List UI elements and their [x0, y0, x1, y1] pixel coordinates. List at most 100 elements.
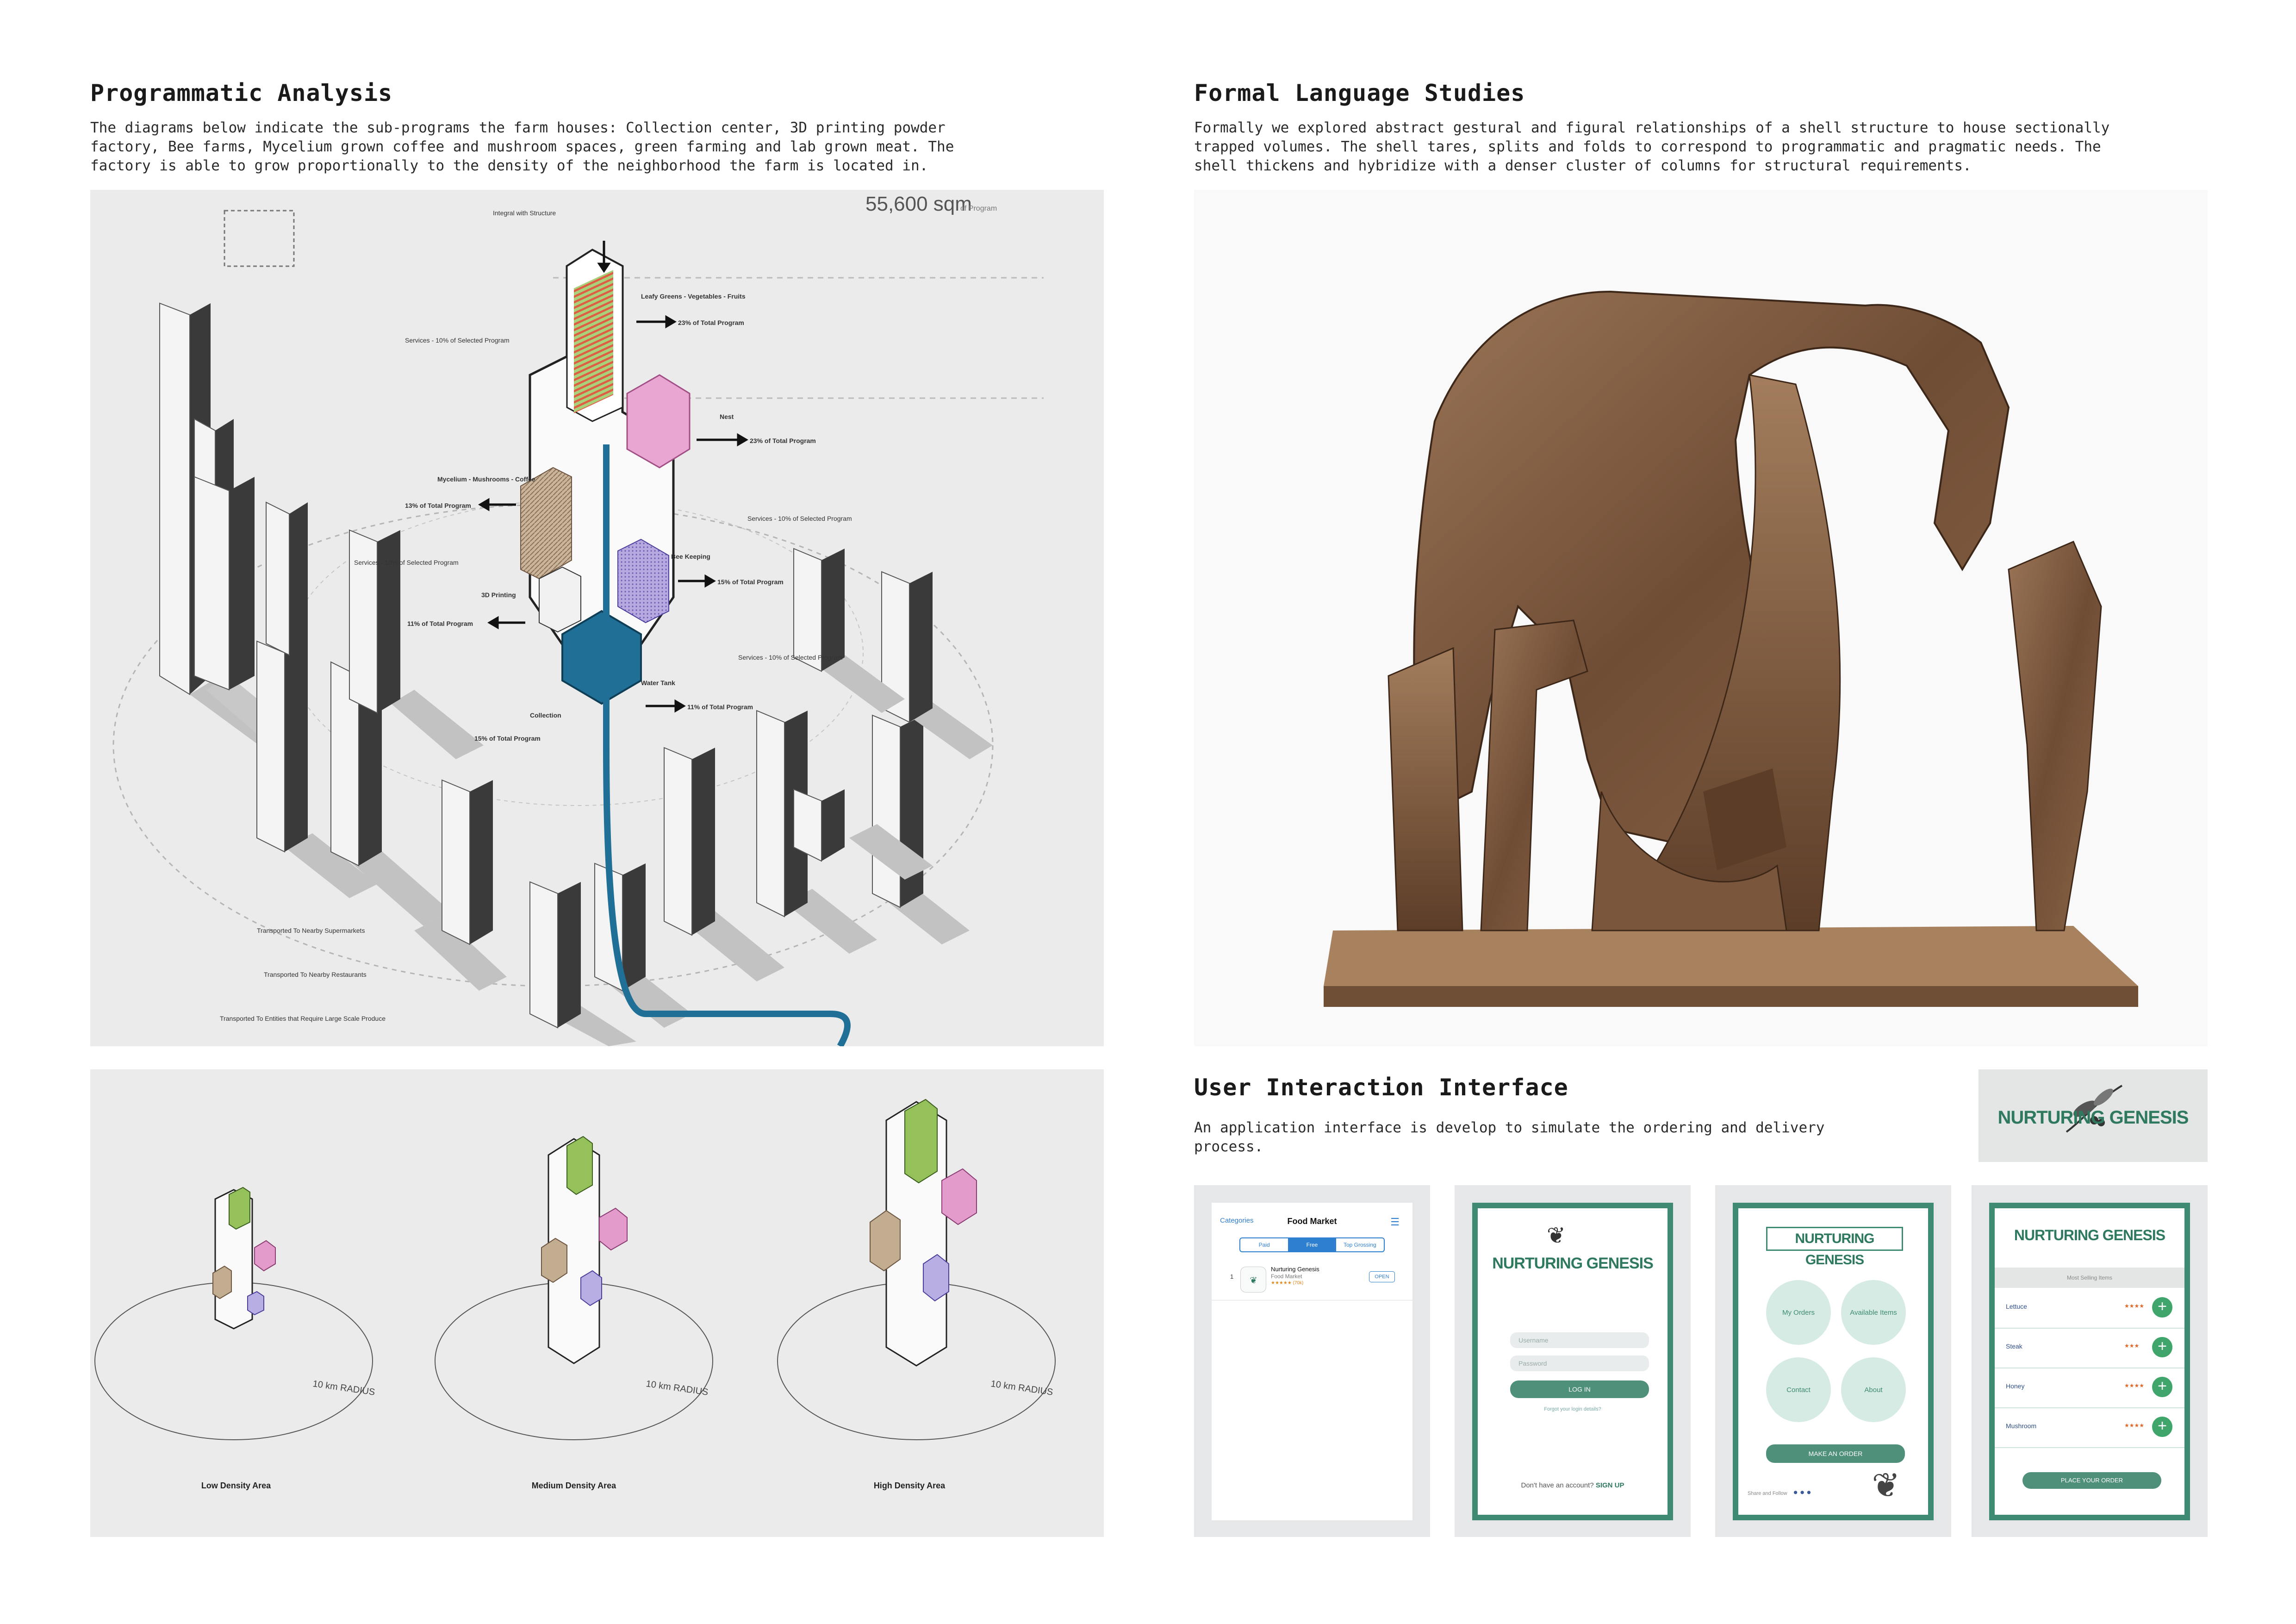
list-icon[interactable]: ☰: [1390, 1217, 1400, 1228]
store-screen: Categories Food Market ☰ Paid Free Top G…: [1212, 1203, 1412, 1520]
ui-description: An application interface is develop to s…: [1194, 1118, 1935, 1156]
diagram-label: Transported To Entities that Require Lar…: [220, 1015, 386, 1022]
username-field[interactable]: Username: [1510, 1332, 1649, 1348]
low-density-diagram: [94, 1187, 373, 1440]
program-axonometric-diagram: 55,600 sqm of Program Integral with Stru…: [112, 193, 1044, 1046]
desc-line: factory, Bee farms, Mycelium grown coffe…: [90, 138, 954, 155]
diagram-label: Nest: [720, 413, 734, 420]
item-name: Lettuce: [2006, 1303, 2027, 1310]
wood-shell-sculpture: [1324, 290, 2138, 1007]
program-diagram-panel: 55,600 sqm of Program Integral with Stru…: [90, 190, 1104, 1046]
about-button[interactable]: About: [1841, 1357, 1906, 1422]
desc-line: An application interface is develop to s…: [1194, 1119, 1825, 1136]
place-order-button[interactable]: PLACE YOUR ORDER: [2022, 1472, 2161, 1489]
density-diagram-panel: 10 km RADIUS 10 km RADIUS 10 km RADIUS L…: [90, 1069, 1104, 1537]
diagram-label: Services - 10% of Selected Program: [747, 515, 852, 522]
list-item[interactable]: Honey ★★★★ +: [1995, 1368, 2184, 1408]
diagram-label: Collection: [530, 712, 561, 719]
coffee-branch-icon: ❦: [1547, 1218, 1564, 1250]
phone-mockup-menu: NURTURING GENESIS My Orders Available It…: [1715, 1185, 1951, 1537]
signup-row: Don't have an account? SIGN UP: [1506, 1481, 1640, 1489]
diagram-label: Integral with Structure: [493, 209, 556, 217]
login-button[interactable]: LOG IN: [1510, 1380, 1649, 1398]
diagram-label: Transported To Nearby Restaurants: [264, 971, 367, 978]
segment-free[interactable]: Free: [1288, 1238, 1336, 1251]
density-diagrams: 10 km RADIUS 10 km RADIUS 10 km RADIUS L…: [94, 1099, 1056, 1490]
desc-line: process.: [1194, 1138, 1263, 1155]
desc-line: The diagrams below indicate the sub-prog…: [90, 119, 946, 136]
store-title: Food Market: [1287, 1217, 1337, 1226]
diagram-label: 15% of Total Program: [717, 578, 784, 586]
login-screen: ❦ NURTURING GENESIS Username Password LO…: [1472, 1203, 1673, 1520]
diagram-label: Services - 10% of Selected Program: [405, 337, 510, 344]
no-account-text: Don't have an account?: [1521, 1481, 1594, 1489]
phone-mockup-store: Categories Food Market ☰ Paid Free Top G…: [1194, 1185, 1430, 1537]
item-stars: ★★★★: [2124, 1303, 2145, 1309]
program-area-value: 55,600 sqm: [865, 193, 972, 215]
password-field[interactable]: Password: [1510, 1355, 1649, 1371]
list-item[interactable]: Steak ★★★ +: [1995, 1328, 2184, 1368]
list-item[interactable]: Lettuce ★★★★ +: [1995, 1288, 2184, 1329]
diagram-label: Mycelium - Mushrooms - Coffee: [437, 475, 535, 483]
list-item[interactable]: Mushroom ★★★★ +: [1995, 1407, 2184, 1448]
items-screen: NURTURING GENESIS Most Selling Items Let…: [1989, 1203, 2190, 1520]
diagram-label: 13% of Total Program: [405, 502, 471, 509]
items-list: Lettuce ★★★★ + Steak ★★★ + Honey ★★★★ + …: [1995, 1288, 2184, 1450]
programmatic-description: The diagrams below indicate the sub-prog…: [90, 119, 1118, 175]
app-rank: 1: [1230, 1273, 1234, 1280]
brand-title: NURTURING GENESIS: [1766, 1227, 1903, 1268]
density-label-medium: Medium Density Area: [532, 1481, 616, 1490]
item-stars: ★★★: [2124, 1343, 2140, 1349]
section-title-ui: User Interaction Interface: [1194, 1074, 1568, 1101]
density-label-low: Low Density Area: [201, 1481, 271, 1490]
brand-logo-box: NURTURING GENESIS: [1979, 1069, 2208, 1162]
brand-title: NURTURING GENESIS: [2014, 1227, 2165, 1243]
item-name: Mushroom: [2006, 1422, 2037, 1430]
program-area-note: of Program: [960, 205, 997, 212]
diagram-label: 23% of Total Program: [750, 437, 816, 444]
item-name: Honey: [2006, 1382, 2025, 1390]
add-item-button[interactable]: +: [2152, 1417, 2172, 1437]
segment-control: Paid Free Top Grossing: [1239, 1237, 1385, 1252]
app-list-item[interactable]: 1 ❦ Nurturing Genesis Food Market ★★★★★ …: [1212, 1258, 1412, 1300]
desc-line: Formally we explored abstract gestural a…: [1194, 119, 2110, 136]
diagram-label: Services - 10% of Selected Program: [738, 654, 843, 661]
section-title-programmatic: Programmatic Analysis: [90, 80, 393, 106]
segment-paid[interactable]: Paid: [1240, 1238, 1288, 1251]
open-button[interactable]: OPEN: [1369, 1271, 1395, 1282]
diagram-label: Transported To Nearby Supermarkets: [257, 927, 365, 934]
desc-line: trapped volumes. The shell tares, splits…: [1194, 138, 2101, 155]
share-follow-text: Share and Follow: [1748, 1491, 1787, 1496]
signup-link[interactable]: SIGN UP: [1596, 1481, 1624, 1489]
available-items-button[interactable]: Available Items: [1841, 1280, 1906, 1345]
radius-label: 10 km RADIUS: [312, 1379, 375, 1398]
my-orders-button[interactable]: My Orders: [1766, 1280, 1831, 1345]
item-name: Steak: [2006, 1343, 2022, 1350]
medium-density-diagram: [435, 1136, 713, 1440]
menu-screen: NURTURING GENESIS My Orders Available It…: [1733, 1203, 1934, 1520]
social-icons[interactable]: ● ● ●: [1794, 1489, 1811, 1495]
diagram-label: Services - 10% of Selected Program: [354, 559, 459, 566]
sculpture-photo: [1194, 190, 2208, 1046]
contact-button[interactable]: Contact: [1766, 1357, 1831, 1422]
most-selling-header: Most Selling Items: [1995, 1268, 2184, 1288]
app-icon: ❦: [1240, 1267, 1266, 1293]
diagram-label: 11% of Total Program: [687, 703, 753, 711]
desc-line: factory is able to grow proportionally t…: [90, 157, 928, 174]
brand-title: NURTURING GENESIS: [1492, 1255, 1654, 1272]
diagram-label: 15% of Total Program: [474, 735, 541, 742]
radius-label: 10 km RADIUS: [990, 1379, 1053, 1398]
density-label-high: High Density Area: [874, 1481, 946, 1490]
add-item-button[interactable]: +: [2152, 1337, 2172, 1357]
app-name: Nurturing Genesis: [1271, 1266, 1319, 1273]
app-rating: ★★★★★ (70k): [1271, 1280, 1304, 1286]
brand-logo-text: NURTURING GENESIS: [1997, 1107, 2189, 1128]
segment-top-grossing[interactable]: Top Grossing: [1336, 1238, 1384, 1251]
radius-label: 10 km RADIUS: [645, 1379, 709, 1398]
diagram-label: 11% of Total Program: [407, 620, 473, 627]
add-item-button[interactable]: +: [2152, 1297, 2172, 1318]
forgot-link[interactable]: Forgot your login details?: [1478, 1406, 1668, 1412]
section-title-formal: Formal Language Studies: [1194, 80, 1525, 106]
formal-description: Formally we explored abstract gestural a…: [1194, 119, 2212, 175]
add-item-button[interactable]: +: [2152, 1377, 2172, 1397]
